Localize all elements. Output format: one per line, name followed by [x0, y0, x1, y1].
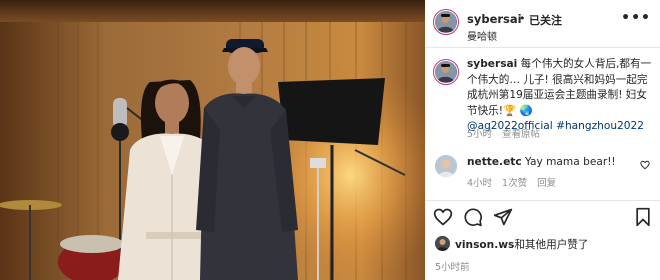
comment-like-count[interactable]: 1次赞 — [502, 178, 527, 189]
comment-heart-icon[interactable] — [640, 160, 650, 170]
comment-time: 4小时 — [467, 178, 493, 189]
comment-meta: 4小时 1次赞 回复 — [467, 175, 556, 189]
post-location[interactable]: 曼哈顿 — [467, 28, 497, 43]
likes-rest[interactable]: 和其他用户赞了 — [514, 239, 588, 251]
commenter-avatar[interactable] — [435, 155, 457, 177]
post-timestamp: 5小时前 — [435, 262, 470, 273]
liker-username[interactable]: vinson.ws — [455, 239, 514, 251]
caption-text: sybersai 每个伟大的女人背后,都有一个伟大的… 儿子! 很高兴和妈妈一起… — [467, 57, 657, 135]
heart-icon[interactable] — [433, 207, 453, 227]
follow-status-button[interactable]: 已关注 — [529, 12, 562, 28]
post-sidebar: sybersai • 已关注 曼哈顿 ••• sybersai 每个伟大的女人背… — [425, 0, 660, 280]
caption-username[interactable]: sybersai — [467, 58, 517, 70]
caption-meta: 5小时 查看原帖 — [467, 126, 540, 140]
actions-divider — [425, 200, 660, 201]
post-header: sybersai • 已关注 曼哈顿 ••• — [433, 9, 655, 43]
header-divider — [425, 47, 660, 48]
header-separator: • — [519, 12, 526, 25]
studio-photo-illustration — [0, 0, 425, 280]
comment-icon[interactable] — [463, 207, 483, 227]
comment-reply-button[interactable]: 回复 — [537, 178, 556, 189]
caption-avatar[interactable] — [433, 59, 459, 85]
likes-row: vinson.ws和其他用户赞了 — [435, 236, 657, 254]
send-icon[interactable] — [493, 207, 513, 227]
caption-time: 5小时 — [467, 129, 493, 140]
author-username[interactable]: sybersai — [467, 12, 522, 26]
comment-username[interactable]: nette.etc — [467, 156, 522, 168]
liker-avatar[interactable] — [435, 236, 450, 251]
bookmark-icon[interactable] — [633, 207, 653, 227]
view-original-link[interactable]: 查看原帖 — [502, 129, 540, 140]
author-avatar[interactable] — [433, 9, 459, 35]
more-horizontal-icon[interactable]: ••• — [621, 10, 651, 26]
action-bar — [433, 207, 655, 229]
likes-text[interactable]: vinson.ws和其他用户赞了 — [455, 237, 588, 252]
comment-body: Yay mama bear!! — [524, 156, 616, 168]
comment-text: nette.etc Yay mama bear!! — [467, 156, 616, 168]
post-photo[interactable] — [0, 0, 425, 280]
